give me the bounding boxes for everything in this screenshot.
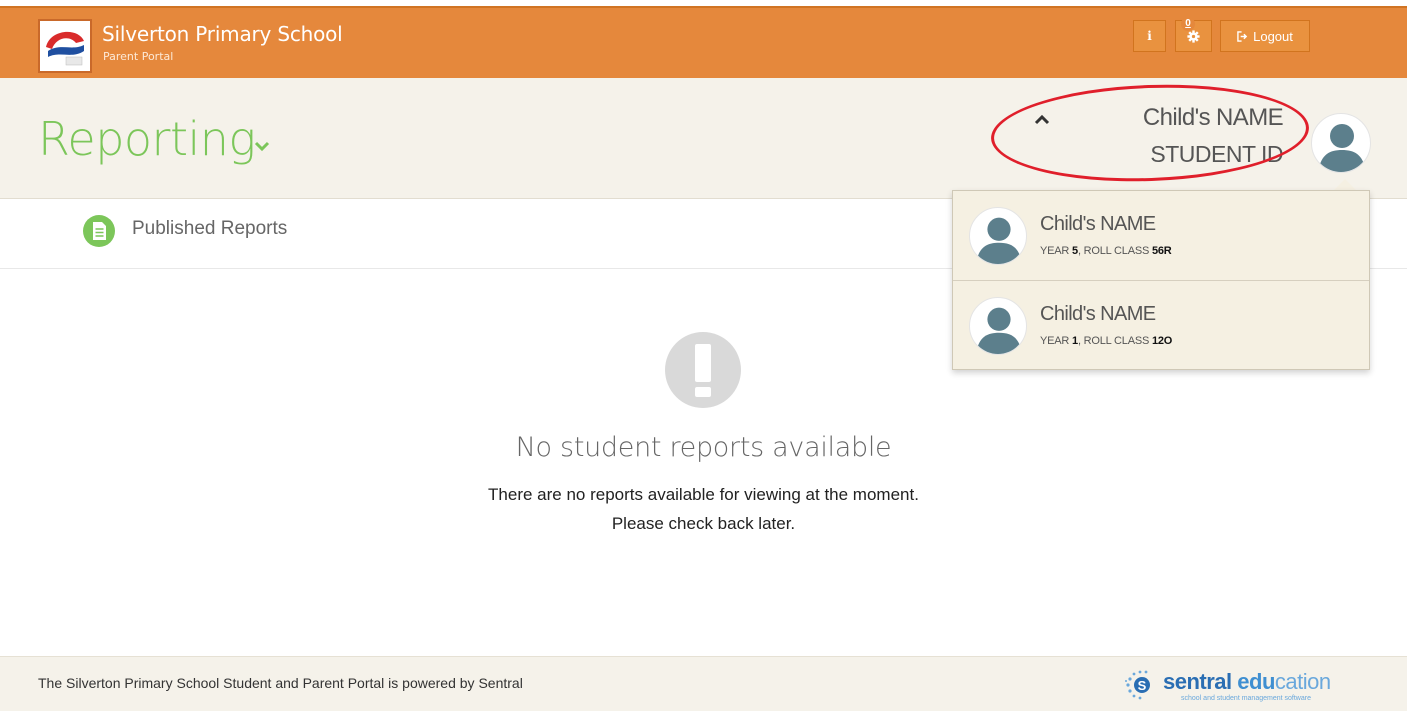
gear-icon (1187, 29, 1200, 43)
user-silhouette-icon (976, 217, 1022, 264)
document-icon (83, 215, 115, 247)
sentral-logo[interactable]: S sentral education school and student m… (1123, 669, 1373, 703)
brand-wordmark: sentral education (1163, 669, 1331, 694)
logout-icon (1237, 30, 1248, 42)
child-menu-item[interactable]: Child's NAME YEAR 5, ROLL CLASS 56R (953, 191, 1369, 280)
child-selector-menu: Child's NAME YEAR 5, ROLL CLASS 56R Chil… (952, 190, 1370, 370)
svg-text:S: S (1138, 678, 1147, 693)
child-class-info: YEAR 5, ROLL CLASS 56R (1040, 245, 1172, 257)
empty-state-message: There are no reports available for viewi… (488, 485, 919, 504)
child-menu-item[interactable]: Child's NAME YEAR 1, ROLL CLASS 12O (953, 280, 1369, 369)
exclamation-icon (665, 332, 741, 408)
child-name: Child's NAME (1040, 303, 1156, 325)
sentral-mark-icon: S (1125, 670, 1150, 700)
empty-state-title: No student reports available (515, 432, 892, 463)
chevron-down-icon[interactable] (252, 136, 272, 156)
notification-badge[interactable]: 0 (1181, 17, 1195, 31)
user-silhouette-icon (1318, 124, 1366, 172)
portal-label: Parent Portal (103, 50, 174, 63)
school-logo[interactable] (38, 19, 92, 73)
child-name: Child's NAME (1040, 213, 1156, 235)
user-silhouette-icon (976, 307, 1022, 354)
footer: The Silverton Primary School Student and… (0, 656, 1407, 711)
page-title[interactable]: Reporting (38, 112, 256, 166)
logout-label: Logout (1253, 28, 1293, 44)
avatar (969, 207, 1027, 265)
brand-tagline: school and student management software (1181, 695, 1311, 702)
info-icon: i (1147, 29, 1152, 43)
school-name[interactable]: Silverton Primary School (102, 22, 343, 46)
logout-button[interactable]: Logout (1220, 20, 1310, 52)
avatar[interactable] (1311, 113, 1371, 173)
info-button[interactable]: i (1133, 20, 1166, 52)
empty-state-hint: Please check back later. (611, 514, 796, 533)
avatar (969, 297, 1027, 355)
footer-text: The Silverton Primary School Student and… (38, 675, 523, 691)
child-class-info: YEAR 1, ROLL CLASS 12O (1040, 335, 1173, 347)
dropdown-caret (1334, 179, 1356, 190)
tab-published-reports[interactable]: Published Reports (132, 218, 287, 240)
